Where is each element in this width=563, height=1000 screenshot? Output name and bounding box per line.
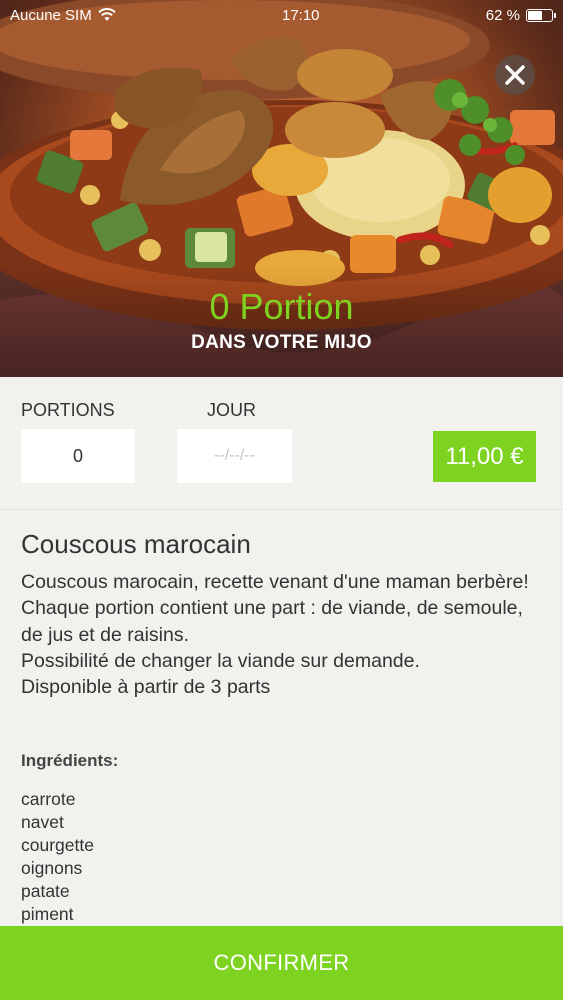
dish-description: Couscous marocain Couscous marocain, rec… xyxy=(21,527,541,700)
ingredient-item: courgette xyxy=(21,835,94,855)
order-options: PORTIONS JOUR 0 --/--/-- 11,00 € xyxy=(0,377,563,510)
status-left: Aucune SIM xyxy=(10,7,116,24)
status-bar: Aucune SIM 17:10 62 % xyxy=(0,0,563,30)
ingredients-title: Ingrédients: xyxy=(21,751,119,770)
mijo-subtitle: DANS VOTRE MIJO xyxy=(191,332,372,353)
dish-title: Couscous marocain xyxy=(21,529,251,559)
jour-label: JOUR xyxy=(207,400,256,420)
status-right: 62 % xyxy=(485,6,556,24)
close-button[interactable] xyxy=(495,55,535,95)
ingredient-item: oignons xyxy=(21,858,83,878)
battery-percent: 62 % xyxy=(485,6,520,24)
ingredient-item: carrote xyxy=(21,789,76,809)
dish-text: Couscous marocain, recette venant d'une … xyxy=(21,571,529,699)
close-icon xyxy=(505,65,525,85)
portions-label: PORTIONS xyxy=(21,400,115,420)
battery-fill xyxy=(528,10,542,20)
date-input[interactable]: --/--/-- xyxy=(177,429,292,483)
portion-count: 0 Portion xyxy=(209,286,354,327)
portions-input[interactable]: 0 xyxy=(21,429,135,483)
wifi-icon xyxy=(98,8,116,21)
price-badge: 11,00 € xyxy=(433,431,536,482)
ingredients-list: carrote navet courgette oignons patate p… xyxy=(21,788,94,926)
confirm-button[interactable]: CONFIRMER xyxy=(0,926,563,1000)
ingredient-item: piment xyxy=(21,904,74,924)
ingredient-item: patate xyxy=(21,881,70,901)
ingredient-item: navet xyxy=(21,812,64,832)
battery-icon xyxy=(526,8,556,22)
carrier-label: Aucune SIM xyxy=(10,6,92,24)
clock: 17:10 xyxy=(281,6,320,24)
